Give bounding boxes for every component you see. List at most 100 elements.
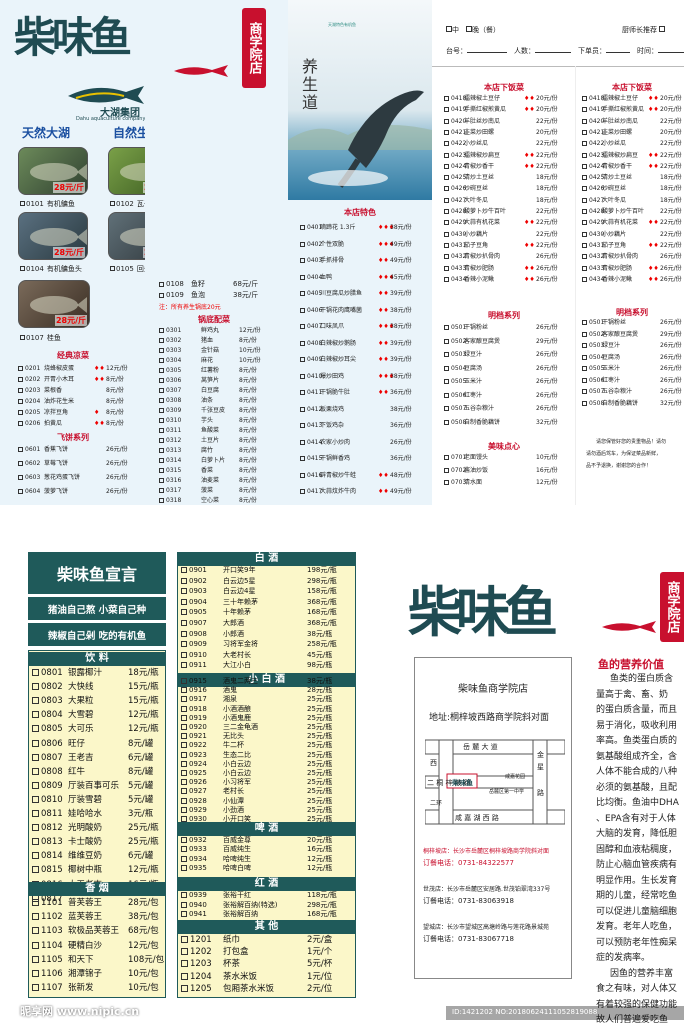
menu-price: 22元/份 <box>536 241 558 249</box>
beverage-price: 45元/瓶 <box>307 650 333 659</box>
store-name: 柴味鱼商学院店 <box>458 684 528 695</box>
beverage-section-title: 红 酒 <box>177 877 356 891</box>
beverage-name: 光明酸奶 <box>68 823 103 834</box>
beverage-row: 0911 大江小白 98元/瓶 <box>181 661 332 670</box>
beverage-row: 0907 大郎酒 368元/瓶 <box>181 619 337 628</box>
menu-row: 0507 五谷杂粮汁 26元/份 <box>444 404 558 413</box>
beverage-row: 1106 湘潭锦子 10元/包 <box>32 968 159 980</box>
menu-price: 26元/份 <box>106 446 128 453</box>
menu-name: 白萝卜片 <box>201 457 226 464</box>
menu-price: 20元/份 <box>660 128 682 136</box>
menu-row: 0423 擂辣椒炒扁豆 ♦♦ 22元/份 <box>444 151 558 160</box>
watermark-left: 昵享网 www.nipic.cn <box>20 1005 140 1018</box>
beverage-name: 娃哈哈水 <box>68 809 103 819</box>
menu-row: 0503 绿豆汁 26元/份 <box>582 341 682 350</box>
menu-price: 26元/份 <box>536 275 558 283</box>
beverage-row: 1201 纸巾 2元/盒 <box>181 934 332 946</box>
map-east-3: 路 <box>537 789 544 797</box>
beverage-code: 0815 <box>41 865 63 876</box>
menu-code: 0316 <box>166 477 182 484</box>
menu-name: 青椒炒扒骨肉 <box>602 253 639 261</box>
beverage-price: 15元/瓶 <box>128 682 159 693</box>
beverage-code: 0927 <box>189 787 207 796</box>
menu-name: 绿豆汁 <box>464 351 483 358</box>
section-title: 经典凉菜 <box>57 351 89 360</box>
menu-row: 0433 青椒炒肥肠 ♦♦ 26元/份 <box>582 264 682 273</box>
panel-brand: 柴味鱼 大湖集团 Dahu aquaculture company limite… <box>0 0 268 505</box>
beverage-row: 0810 厅装雪碧 5元/罐 <box>32 794 153 806</box>
menu-name: 酱油炒饭 <box>464 466 489 474</box>
beverage-row: 0919 小酒鬼鹿 25元/瓶 <box>181 714 332 723</box>
nutrition-line: 的蛋白质含量，而且 <box>596 705 678 715</box>
beverage-code: 0805 <box>41 724 63 735</box>
menu-code: 0602 <box>25 460 41 467</box>
beverage-name: 张裕干红 <box>223 891 251 899</box>
menu-row: 0502 客家酿豆腐煲 29元/份 <box>582 330 682 339</box>
beverage-row: 1205 包厢茶水米饭 2元/位 <box>181 983 332 995</box>
beverage-name: 小酒鬼鹿 <box>223 713 251 722</box>
menu-price: 38元/份 <box>390 405 412 413</box>
menu-row: 0412 板栗烧鸡 38元/份 <box>300 405 412 414</box>
menu-row: 0505 玉米汁 26元/份 <box>444 377 558 386</box>
menu-price: 26元/份 <box>660 319 682 326</box>
menu-name: 小炒藕片 <box>464 230 489 238</box>
beverage-code: 0901 <box>189 566 207 574</box>
menu-code: 0204 <box>25 398 41 405</box>
beverage-row: 0807 王老吉 6元/罐 <box>32 752 153 764</box>
menu-row: 0431 茄子豆角 ♦♦ 22元/份 <box>582 241 682 250</box>
branch-phone: 订餐电话：0731-83067718 <box>423 935 514 943</box>
store-seal: 商学院店 <box>242 8 266 88</box>
beverage-name: 张新发 <box>68 983 94 994</box>
menu-price: 26元/份 <box>536 264 558 272</box>
menu-name: 擂辣椒土豆仔 <box>602 95 639 102</box>
menu-name: 白辣椒炒鹅肠 <box>320 339 357 347</box>
nutrition-line: 大脑的发育，降低胆 <box>596 829 678 839</box>
menu-row: 0420 羊肚丝炒南瓜 22元/份 <box>444 117 558 126</box>
beverage-row: 0901 开口笑9年 198元/瓶 <box>181 566 337 575</box>
fish-photo: 28元/斤 <box>18 280 90 328</box>
beverage-price: 368元/瓶 <box>307 597 337 606</box>
nutrition-line: 期的儿童，经常吃鱼 <box>596 891 678 901</box>
beverage-name: 白云边4星 <box>223 587 256 596</box>
menu-price: 38元/份 <box>390 306 412 314</box>
menu-code: 0108 <box>166 280 184 288</box>
menu-row: 0432 青椒炒扒骨肉 26元/份 <box>582 252 682 261</box>
beverage-code: 0907 <box>189 619 207 627</box>
menu-name: 嘀蹄花 1.3斤 <box>320 224 356 231</box>
beverage-price: 298元/瓶 <box>307 900 337 909</box>
map-west: 西 <box>430 759 437 767</box>
menu-price: 8元/份 <box>239 447 257 454</box>
beverage-price: 6元/罐 <box>128 851 154 862</box>
beverage-price: 1元/个 <box>307 947 333 958</box>
menu-name: 空心菜 <box>201 497 220 504</box>
beverage-price: 25元/瓶 <box>307 704 333 713</box>
beverage-row: 0920 三二金龟酒 25元/瓶 <box>181 723 332 732</box>
chili-icon: ♦♦ <box>378 389 389 396</box>
menu-row: 0701 老面馒头 10元/份 <box>444 453 558 462</box>
beverage-price: 168元/瓶 <box>307 910 337 919</box>
store-address: 地址:桐梓坡西路商学院斜对面 <box>429 713 550 723</box>
beverage-code: 1205 <box>190 983 212 994</box>
menu-row: 0414 农家小炒肉 26元/份 <box>300 438 412 447</box>
menu-name: 擂辣椒土豆仔 <box>464 95 501 102</box>
menu-row: 0109 鱼泡 38元/斤 <box>159 291 258 300</box>
menu-price: 29元/份 <box>660 330 682 338</box>
menu-price: 18元/份 <box>536 196 558 204</box>
beverage-row: 0921 无比头 25元/瓶 <box>181 732 332 741</box>
menu-price: 26元/份 <box>536 405 558 412</box>
beverage-row: 0924 小白云边 25元/瓶 <box>181 760 332 769</box>
beverage-name: 卡士酸奶 <box>68 837 103 848</box>
menu-price: 26元/份 <box>106 460 128 467</box>
menu-code: 0601 <box>25 446 41 453</box>
menu-row: 0502 客家酿豆腐煲 29元/份 <box>444 337 558 346</box>
beverage-row: 1204 茶水米饭 1元/位 <box>181 971 332 983</box>
beverage-row: 1105 和天下 108元/包 <box>32 954 164 966</box>
beverage-name: 银露椰汁 <box>68 668 103 678</box>
menu-row: 0415 干锅鲜香鸡 36元/份 <box>300 454 412 463</box>
beverage-name: 椰树中瓶 <box>68 865 103 876</box>
menu-name: 茄子豆角 <box>464 241 489 249</box>
beverage-row: 0926 小习将军 25元/瓶 <box>181 778 332 787</box>
menu-name: 绿豆汁 <box>602 342 621 349</box>
menu-row: 0508 自制香脆藕饼 32元/份 <box>444 418 558 427</box>
beverage-code: 0905 <box>189 608 207 617</box>
